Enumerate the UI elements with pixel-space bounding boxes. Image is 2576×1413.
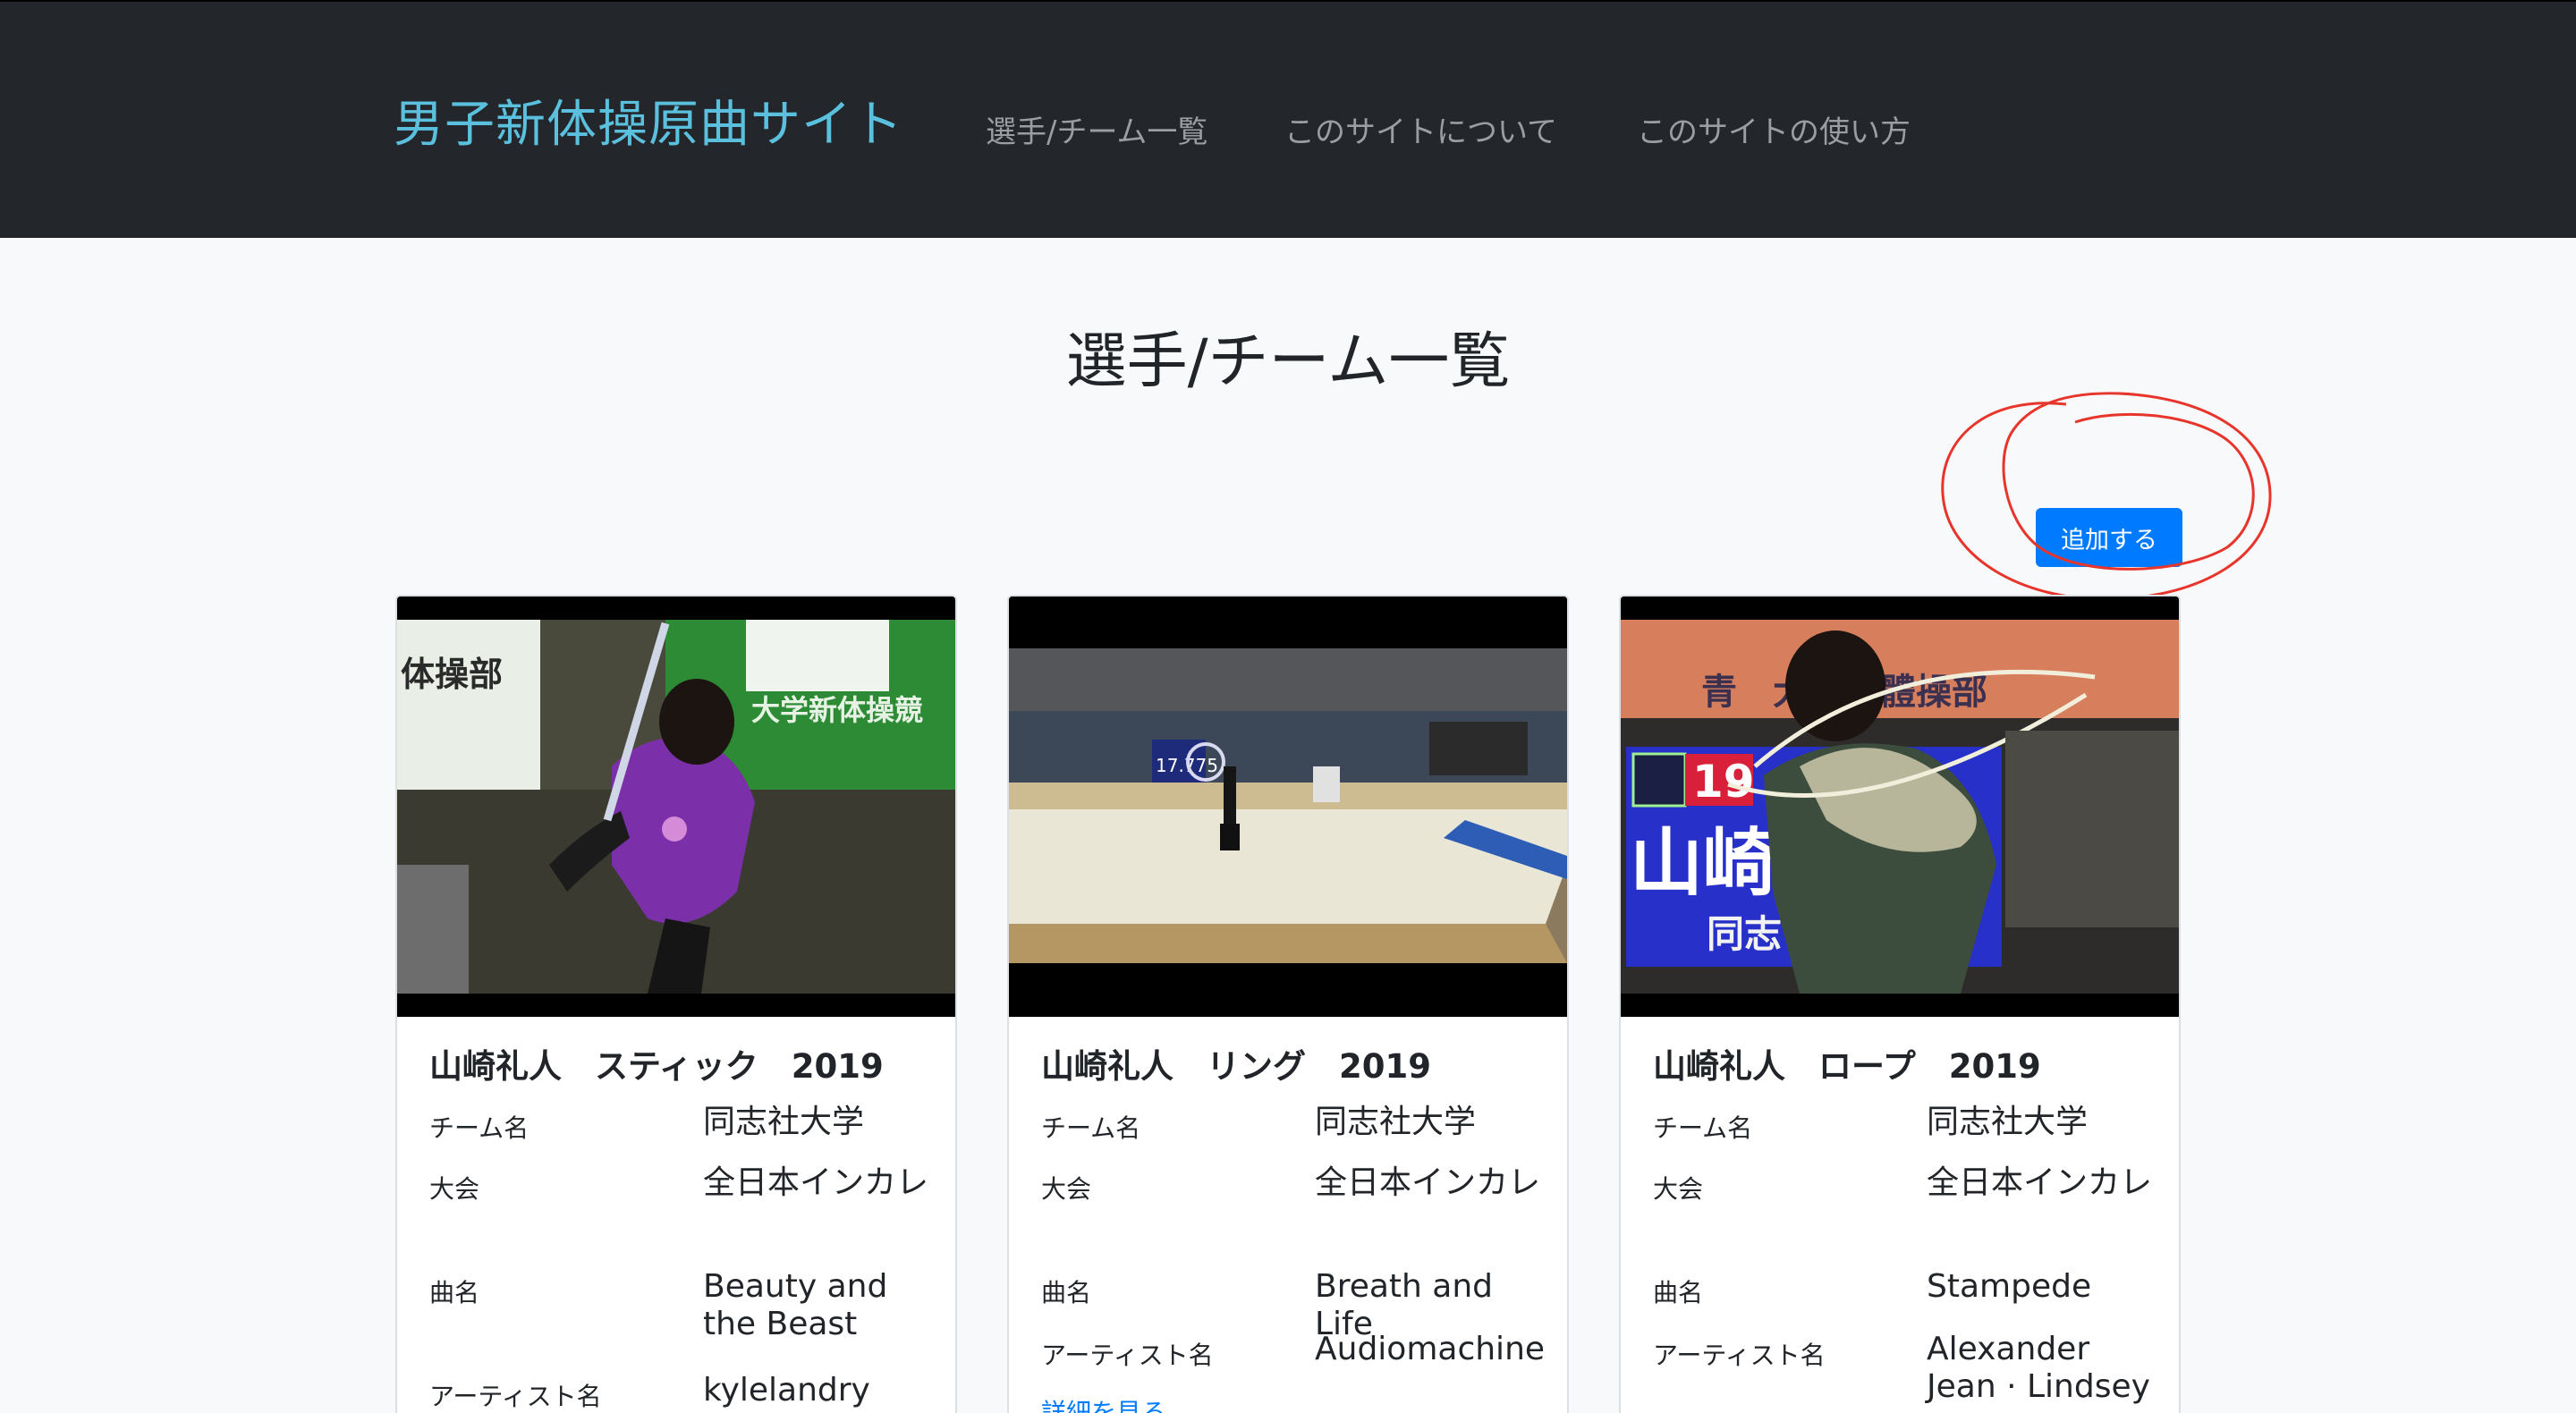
artist-label: アーティスト名 [429, 1382, 602, 1411]
video-thumbnail-rope[interactable]: 青 大學新體操部 19 山崎 人 同志 [1621, 597, 2179, 1017]
event-value: 全日本インカレ [1315, 1164, 1541, 1201]
red-circle-annotation [1941, 392, 2272, 601]
artist-label: アーティスト名 [1653, 1341, 1826, 1370]
event-label: 大会 [429, 1174, 480, 1204]
navbar: 男子新体操原曲サイト 選手/チーム一覧 このサイトについて このサイトの使い方 [0, 0, 2576, 238]
thumb-rope-number: 19 [1692, 756, 1755, 808]
nav-link-about[interactable]: このサイトについて [1284, 107, 1557, 151]
event-label: 大会 [1041, 1174, 1092, 1204]
team-value: 同志社大学 [1927, 1104, 2089, 1140]
artist-value: Audiomachine [1315, 1331, 1546, 1367]
event-value: 全日本インカレ [703, 1164, 929, 1201]
team-label: チーム名 [1041, 1113, 1141, 1143]
card-rope[interactable]: 青 大學新體操部 19 山崎 人 同志 山崎礼人 ロープ 2019 チーム名 同… [1619, 595, 2181, 1413]
svg-text:同志: 同志 [1707, 912, 1782, 956]
song-value: Stampede [1927, 1268, 2092, 1305]
team-label: チーム名 [1653, 1113, 1753, 1143]
artist-value: Alexander Jean · Lindsey [1927, 1331, 2150, 1405]
brand-link[interactable]: 男子新体操原曲サイト [394, 84, 903, 157]
card-title: 山崎礼人 ロープ 2019 [1653, 1047, 2041, 1086]
card-title: 山崎礼人 スティック 2019 [429, 1047, 884, 1086]
thumb-stick-banner: 体操部 [401, 655, 503, 694]
card-body: 山崎礼人 リング 2019 チーム名 同志社大学 大会 全日本インカレ 曲名 B… [1041, 1039, 1545, 1384]
team-value: 同志社大学 [703, 1104, 865, 1140]
song-label: 曲名 [1041, 1278, 1092, 1307]
card-body: 山崎礼人 ロープ 2019 チーム名 同志社大学 大会 全日本インカレ 曲名 S… [1653, 1039, 2154, 1405]
song-label: 曲名 [1653, 1278, 1704, 1307]
details-link[interactable]: 詳細を見る [1041, 1393, 1166, 1413]
event-label: 大会 [1653, 1174, 1704, 1204]
artist-value: kylelandry [703, 1372, 870, 1409]
video-thumbnail-stick[interactable]: 体操部 大学新体操競 [397, 597, 955, 1017]
song-label: 曲名 [429, 1278, 480, 1307]
song-value: Beauty and the Beast [703, 1268, 888, 1342]
card-body: 山崎礼人 スティック 2019 チーム名 同志社大学 大会 全日本インカレ 曲名… [429, 1039, 930, 1413]
artist-label: アーティスト名 [1041, 1341, 1214, 1370]
team-label: チーム名 [429, 1113, 530, 1143]
card-stick[interactable]: 体操部 大学新体操競 山崎礼人 スティック 2019 チーム名 同志社大学 大会… [395, 595, 957, 1413]
nav-link-howto[interactable]: このサイトの使い方 [1637, 107, 1911, 151]
svg-text:大学新体操競: 大学新体操競 [751, 693, 923, 727]
card-ring[interactable]: 17.775 山崎礼人 リング 2019 チーム名 同志社大学 大会 全日本イン… [1007, 595, 1569, 1413]
card-title: 山崎礼人 リング 2019 [1041, 1047, 1431, 1086]
team-value: 同志社大学 [1315, 1104, 1477, 1140]
event-value: 全日本インカレ [1927, 1164, 2153, 1201]
add-button[interactable]: 追加する [2036, 508, 2182, 567]
video-thumbnail-ring[interactable]: 17.775 [1009, 597, 1567, 1017]
page-title: 選手/チーム一覧 [1065, 326, 1511, 397]
nav-link-players[interactable]: 選手/チーム一覧 [986, 107, 1208, 151]
